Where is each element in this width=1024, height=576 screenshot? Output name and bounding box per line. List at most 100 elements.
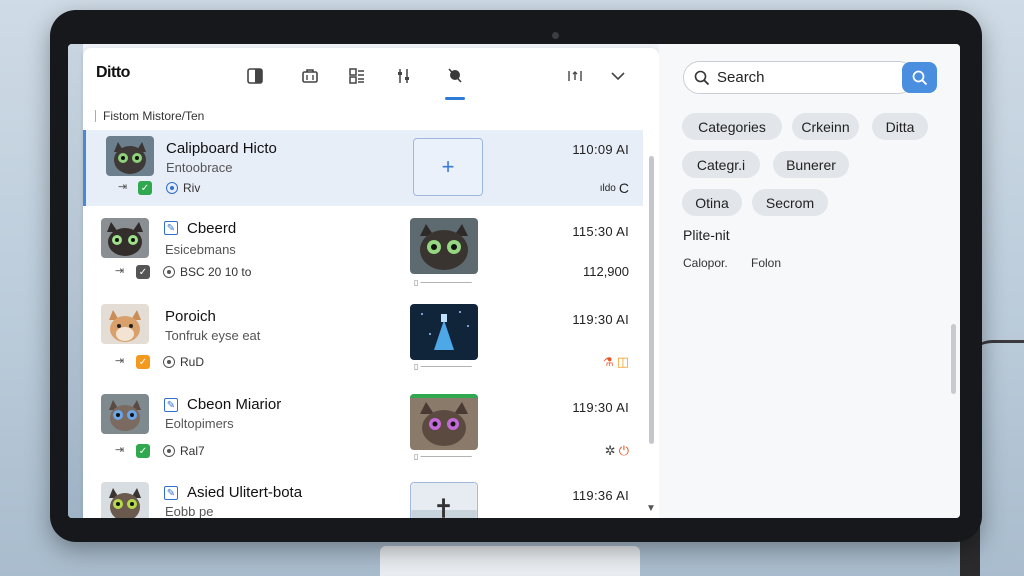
- chip-bunerer[interactable]: Bunerer: [773, 151, 849, 178]
- device-screen: Ditto Fistom Mistore/Ten Calipboard Hict…: [68, 44, 960, 518]
- cat-thumbnail: [106, 136, 154, 176]
- item-meta: BSC 20 10 to: [163, 265, 251, 279]
- check-icon[interactable]: ✓: [136, 355, 150, 369]
- item-right-prefix: ıldo: [599, 182, 616, 194]
- item-meta: Riv: [166, 181, 200, 195]
- clock-icon: [163, 445, 175, 457]
- wallpaper-strip: [68, 44, 83, 518]
- check-icon[interactable]: ✓: [136, 444, 150, 458]
- sort-icon[interactable]: [565, 66, 585, 86]
- list-item[interactable]: ✎ Asied Ulitert-bota Eobb pe 119:36 AI: [83, 476, 643, 518]
- item-title: Asied Ulitert-bota: [187, 484, 303, 501]
- document-icon: ✎: [164, 221, 178, 235]
- flask-icon[interactable]: ⚗: [603, 355, 614, 369]
- panel-icon[interactable]: [245, 66, 265, 86]
- item-title: Poroich: [165, 308, 216, 325]
- scroll-down-arrow[interactable]: ▼: [646, 503, 656, 514]
- chip-crkeinn[interactable]: Crkeinn: [792, 113, 859, 140]
- search-field[interactable]: Search: [683, 61, 915, 94]
- filter-right[interactable]: Folon: [751, 256, 781, 270]
- cat-thumbnail: [101, 304, 149, 344]
- item-meta-text: Riv: [183, 181, 201, 195]
- bell-icon[interactable]: ◫: [617, 354, 629, 370]
- briefcase-icon[interactable]: [300, 66, 320, 86]
- image-preview[interactable]: [410, 218, 478, 274]
- clock-icon: [163, 356, 175, 368]
- item-time: 119:36 AI: [572, 488, 629, 503]
- section-label: Plite-nit: [683, 227, 730, 243]
- item-right-info: ⚗ ◫: [603, 354, 629, 370]
- clipboard-panel: Ditto Fistom Mistore/Ten Calipboard Hict…: [83, 48, 659, 518]
- paste-arrow-icon[interactable]: ⇥: [115, 443, 124, 456]
- item-subtitle: Eoltopimers: [165, 416, 234, 431]
- grid-list-icon[interactable]: [347, 66, 367, 86]
- search-icon: [912, 70, 927, 85]
- paste-arrow-icon[interactable]: ⇥: [118, 180, 127, 193]
- document-icon: ✎: [164, 486, 178, 500]
- camera-dot: [552, 32, 559, 39]
- breadcrumb: Fistom Mistore/Ten: [95, 110, 204, 122]
- list-item[interactable]: ✎ Cbeerd Esicebmans ⇥ ✓ BSC 20 10 to ▯ ─…: [83, 212, 643, 288]
- item-subtitle: Tonfruk eyse eat: [165, 328, 261, 343]
- item-right-info: ✲ ⏻: [605, 443, 629, 459]
- item-meta: RuD: [163, 355, 204, 369]
- clock-icon: [163, 266, 175, 278]
- item-meta-text: BSC 20 10 to: [180, 265, 252, 279]
- chip-ditta[interactable]: Ditta: [872, 113, 928, 140]
- power-icon[interactable]: ⏻: [619, 443, 629, 459]
- search-icon: [694, 70, 710, 86]
- add-button[interactable]: +: [413, 138, 483, 196]
- item-subtitle: Eobb pe: [165, 504, 214, 518]
- chevron-down-icon[interactable]: [608, 66, 628, 86]
- item-right-info: 112,900: [582, 264, 629, 279]
- item-time: 115:30 AI: [572, 224, 629, 239]
- right-scrollbar-thumb[interactable]: [951, 324, 956, 394]
- item-time: 110:09 AI: [572, 142, 629, 157]
- clock-icon: [166, 182, 178, 194]
- list-item[interactable]: Poroich Tonfruk eyse eat ⇥ ✓ RuD ▯ ─────…: [83, 300, 643, 376]
- paste-arrow-icon[interactable]: ⇥: [115, 354, 124, 367]
- search-input[interactable]: Search: [717, 69, 765, 86]
- preview-caption: ▯ ─────────: [414, 362, 472, 371]
- image-preview[interactable]: [410, 304, 478, 360]
- clipboard-list: Calipboard Hicto Entoobrace ⇥ ✓ Riv + 11…: [83, 130, 643, 518]
- list-item[interactable]: ✎ Cbeon Miarior Eoltopimers ⇥ ✓ Ral7 ▯ ─…: [83, 388, 643, 464]
- check-icon[interactable]: ✓: [138, 181, 152, 195]
- filter-left[interactable]: Calopor.: [683, 256, 728, 270]
- item-time: 119:30 AI: [572, 400, 629, 415]
- item-meta: Ral7: [163, 444, 205, 458]
- cat-thumbnail: [101, 482, 149, 518]
- item-title: Cbeon Miarior: [187, 396, 282, 413]
- chip-categories[interactable]: Categories: [682, 113, 782, 140]
- list-item[interactable]: Calipboard Hicto Entoobrace ⇥ ✓ Riv + 11…: [83, 130, 643, 206]
- background-base: [380, 546, 640, 576]
- item-subtitle: Esicebmans: [165, 242, 236, 257]
- item-right-info: ıldo C: [600, 180, 629, 196]
- item-meta-text: RuD: [180, 355, 205, 369]
- search-button[interactable]: [902, 62, 937, 93]
- image-preview[interactable]: [410, 394, 478, 450]
- item-meta-text: Ral7: [180, 444, 205, 458]
- cat-thumbnail: [101, 218, 149, 258]
- image-preview[interactable]: [410, 482, 478, 518]
- preview-caption: ▯ ─────────: [414, 452, 472, 461]
- chip-secrom[interactable]: Secrom: [752, 189, 828, 216]
- item-title: Cbeerd: [187, 220, 237, 237]
- sun-icon[interactable]: ✲: [605, 443, 616, 459]
- preview-caption: ▯ ─────────: [414, 278, 472, 287]
- document-icon: ✎: [164, 398, 178, 412]
- item-time: 119:30 AI: [572, 312, 629, 327]
- item-subtitle: Entoobrace: [166, 160, 233, 175]
- paste-arrow-icon[interactable]: ⇥: [115, 264, 124, 277]
- toolbar: Ditto: [83, 48, 659, 104]
- sliders-icon[interactable]: [394, 66, 414, 86]
- chip-otina[interactable]: Otina: [682, 189, 742, 216]
- list-scrollbar-thumb[interactable]: [649, 156, 654, 444]
- active-tab-indicator: [445, 97, 465, 100]
- cat-thumbnail: [101, 394, 149, 434]
- check-icon[interactable]: ✓: [136, 265, 150, 279]
- item-title: Calipboard Hicto: [166, 140, 277, 157]
- chip-categri[interactable]: Categr.i: [682, 151, 760, 178]
- search-panel: Search Categories Crkeinn Ditta Categr.i…: [659, 44, 960, 518]
- pin-icon[interactable]: [445, 66, 465, 86]
